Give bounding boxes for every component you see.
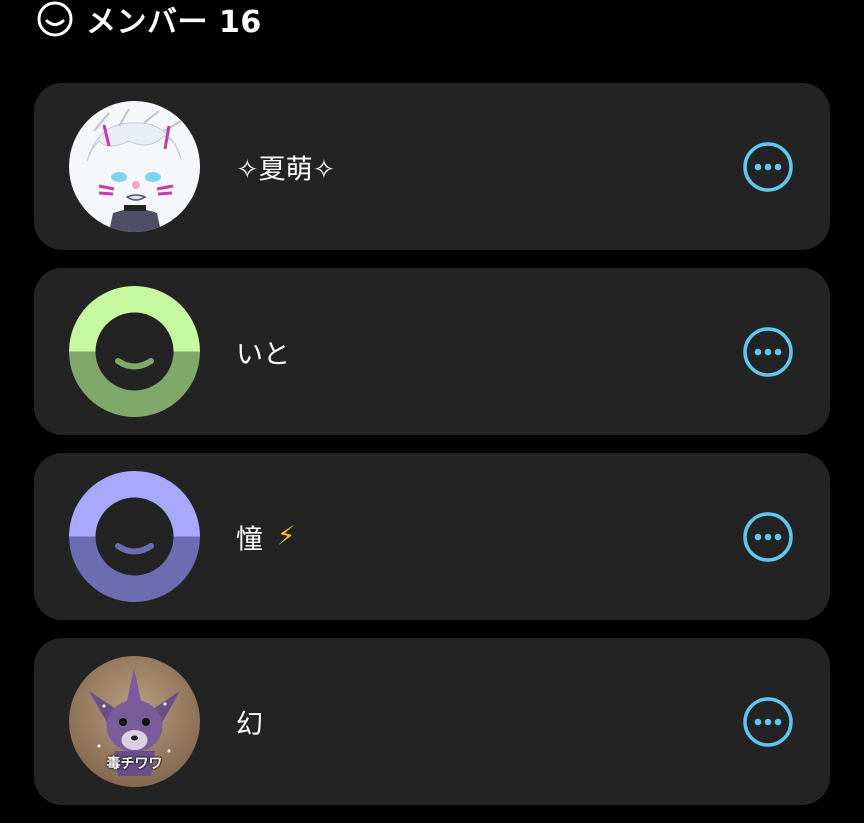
avatar[interactable]: [69, 286, 200, 417]
more-icon: [743, 697, 793, 747]
lightning-icon: ⚡: [277, 521, 296, 552]
member-card[interactable]: ✧夏萌✧: [34, 83, 830, 250]
more-options-button[interactable]: [742, 141, 794, 193]
member-name: ✧夏萌✧: [236, 147, 335, 186]
member-card[interactable]: いと: [34, 268, 830, 435]
members-count-title: メンバー 16: [86, 5, 262, 40]
more-options-button[interactable]: [742, 511, 794, 563]
more-icon: [743, 142, 793, 192]
more-options-button[interactable]: [742, 326, 794, 378]
members-header: メンバー 16: [36, 0, 262, 40]
member-card[interactable]: 毒チワワ 幻: [34, 638, 830, 805]
member-name-text: ✧夏萌✧: [236, 154, 336, 185]
avatar-caption: 毒チワワ: [106, 756, 163, 772]
more-options-button[interactable]: [742, 696, 794, 748]
more-icon: [743, 327, 793, 377]
avatar[interactable]: 毒チワワ: [69, 656, 200, 787]
member-list: ✧夏萌✧ いと 憧 ⚡ 毒チワワ 幻: [34, 83, 830, 823]
member-name-text: 幻: [236, 709, 263, 740]
member-name: 憧 ⚡: [236, 517, 295, 556]
member-name-text: 憧: [236, 524, 263, 555]
member-name: 幻: [236, 702, 263, 741]
member-card[interactable]: 憧 ⚡: [34, 453, 830, 620]
smile-face-icon: [36, 0, 74, 38]
member-name: いと: [236, 332, 290, 371]
avatar[interactable]: [69, 101, 200, 232]
avatar[interactable]: [69, 471, 200, 602]
member-name-text: いと: [236, 339, 290, 370]
more-icon: [743, 512, 793, 562]
